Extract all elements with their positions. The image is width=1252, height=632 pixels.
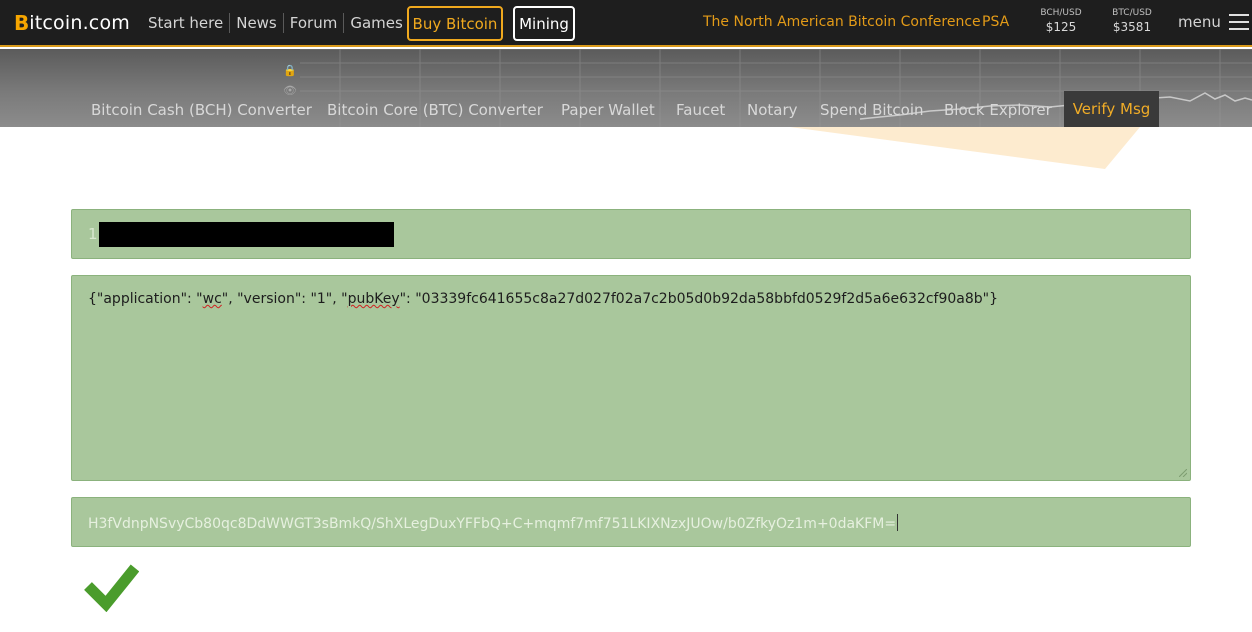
message-text: {"application": "wc", "version": "1", "p… [88,291,998,307]
bch-price-label: BCH/USD [1040,8,1082,18]
subnav-block-explorer[interactable]: Block Explorer [944,101,1052,119]
signature-input[interactable]: H3fVdnpNSvyCb80qc8DdWWGT3sBmkQ/ShXLegDux… [71,497,1191,547]
mining-button[interactable]: Mining [513,6,575,41]
signature-value: H3fVdnpNSvyCb80qc8DdWWGT3sBmkQ/ShXLegDux… [88,516,897,532]
text-caret [897,514,899,531]
top-navbar: B itcoin.com Start here News Forum Games… [0,0,1252,47]
message-part: ": "03339fc641655c8a27d027f02a7c2b05d0b9… [399,291,999,307]
psa-link[interactable]: PSA [982,14,1009,30]
conference-link[interactable]: The North American Bitcoin Conference [703,14,981,30]
nav-news[interactable]: News [230,13,284,33]
tools-subnav: 🔒 👁 Bitcoin Cash (BCH) Converter Bitcoin… [0,49,1252,127]
message-part: {"application": " [88,291,203,307]
message-textarea[interactable]: {"application": "wc", "version": "1", "p… [71,275,1191,481]
subnav-bch-converter[interactable]: Bitcoin Cash (BCH) Converter [91,101,312,119]
logo-b: B [14,11,30,35]
active-tab-pointer [790,127,1140,169]
address-input[interactable]: 1 [71,209,1191,259]
nav-start-here[interactable]: Start here [142,13,231,33]
logo-text: itcoin.com [29,12,130,34]
address-prefix: 1 [88,225,98,243]
nav-games[interactable]: Games [344,13,408,33]
subnav-btc-converter[interactable]: Bitcoin Core (BTC) Converter [327,101,543,119]
nav-forum[interactable]: Forum [284,13,345,33]
menu-label: menu [1178,13,1221,31]
resize-grip-icon[interactable] [1179,469,1187,477]
redacted-address-block [99,222,394,247]
btc-price-ticker[interactable]: BTC/USD $3581 [1109,8,1155,34]
site-logo[interactable]: B itcoin.com [14,11,130,35]
hamburger-icon [1228,14,1249,30]
menu-button[interactable]: menu [1178,13,1249,31]
message-part-misspelled: pubKey [347,291,400,307]
btc-price-label: BTC/USD [1112,8,1152,18]
subnav-spend-bitcoin[interactable]: Spend Bitcoin [820,101,924,119]
btc-price-value: $3581 [1112,20,1152,34]
message-part-misspelled: wc [202,291,222,307]
bch-price-ticker[interactable]: BCH/USD $125 [1038,8,1084,34]
signature-text: H3fVdnpNSvyCb80qc8DdWWGT3sBmkQ/ShXLegDux… [88,514,899,532]
lock-icon: 🔒 [283,64,297,77]
checkmark-icon [84,564,139,612]
subnav-notary[interactable]: Notary [747,101,798,119]
subnav-items: Bitcoin Cash (BCH) Converter Bitcoin Cor… [0,91,1252,127]
buy-bitcoin-button[interactable]: Buy Bitcoin [407,6,503,41]
subnav-paper-wallet[interactable]: Paper Wallet [561,101,655,119]
subnav-faucet[interactable]: Faucet [676,101,725,119]
bch-price-value: $125 [1045,20,1077,34]
subnav-verify-msg[interactable]: Verify Msg [1064,91,1159,127]
main-nav: Start here News Forum Games [142,12,409,34]
message-part: ", "version": "1", " [221,291,348,307]
